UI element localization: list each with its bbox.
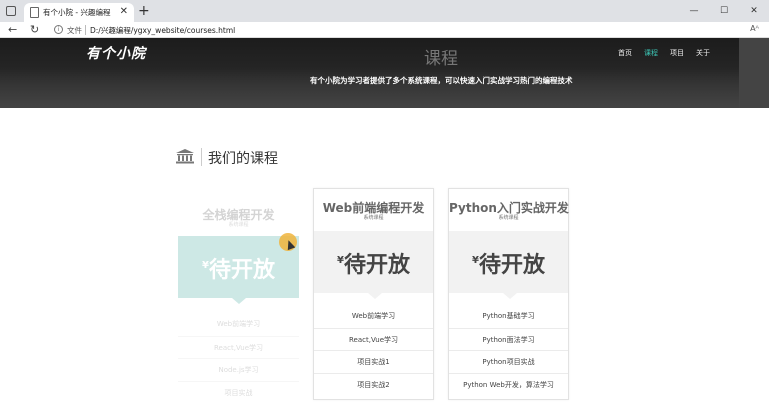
list-item: Python面法学习 (449, 327, 568, 351)
price-arrow (368, 293, 382, 299)
nav-item-projects[interactable]: 项目 (670, 48, 684, 58)
refresh-icon[interactable]: ↻ (30, 23, 39, 37)
page-title: 课程 (424, 49, 458, 69)
browser-tab-bar: 有个小院 - 兴趣编程 ✕ + — ☐ ✕ (0, 0, 769, 22)
main-nav: 首页 课程 项目 关于 (618, 48, 710, 58)
header-background-edge (739, 38, 769, 108)
read-aloud-icon[interactable]: Aᴬ (750, 24, 759, 33)
course-topic-list: Python基础学习 Python面法学习 Python项目实战 Python … (449, 305, 568, 395)
list-item: Python基础学习 (482, 312, 535, 320)
section-title: 我们的课程 (208, 151, 278, 167)
course-price-box: ¥待开放 (314, 231, 433, 299)
list-item: 项目实战2 (314, 372, 433, 396)
window-controls: — ☐ ✕ (679, 0, 769, 22)
url-field[interactable]: D:/兴趣编程/ygxy_website/courses.html (90, 25, 235, 36)
list-item: Node.js学习 (178, 358, 299, 381)
tab-close-icon[interactable]: ✕ (120, 6, 128, 18)
list-item: Python Web开发，算法学习 (449, 372, 568, 396)
site-header: 有个小院 课程 首页 课程 项目 关于 有个小院为学习者提供了多个系统课程，可以… (0, 38, 769, 108)
course-card-fullstack[interactable]: 全栈编程开发 系统课程 ¥待开放 Web前端学习 React,Vue学习 Nod… (178, 188, 299, 400)
price-arrow (503, 293, 517, 299)
minimize-icon[interactable]: — (679, 0, 709, 22)
header-background (0, 68, 769, 108)
tab-title: 有个小院 - 兴趣编程 (43, 8, 111, 17)
course-card-web-frontend[interactable]: Web前端编程开发 系统课程 ¥待开放 Web前端学习 React,Vue学习 … (313, 188, 434, 400)
list-item: React,Vue学习 (178, 335, 299, 359)
new-tab-button[interactable]: + (138, 2, 150, 20)
course-topic-list: Web前端学习 React,Vue学习 Node.js学习 项目实战 (178, 313, 299, 403)
course-subtitle: 系统课程 (363, 215, 384, 221)
nav-item-about[interactable]: 关于 (696, 48, 710, 58)
list-item: Web前端学习 (216, 320, 261, 328)
bank-icon (176, 149, 194, 164)
site-info-icon[interactable]: i (54, 25, 63, 34)
browser-tab[interactable]: 有个小院 - 兴趣编程 ✕ (24, 3, 134, 22)
list-item: 项目实战1 (314, 350, 433, 373)
page-favicon-icon (30, 7, 39, 18)
course-card-python[interactable]: Python入门实战开发 系统课程 ¥待开放 Python基础学习 Python… (448, 188, 569, 400)
course-topic-list: Web前端学习 React,Vue学习 项目实战1 项目实战2 (314, 305, 433, 395)
list-item: Web前端学习 (351, 312, 396, 320)
back-icon[interactable]: ← (8, 23, 17, 37)
price-arrow (232, 298, 246, 304)
list-item: Python项目实战 (449, 350, 568, 373)
nav-item-home[interactable]: 首页 (618, 48, 632, 58)
course-price-box: ¥待开放 (449, 231, 568, 299)
section-divider (201, 148, 202, 166)
list-item: React,Vue学习 (314, 327, 433, 351)
tab-actions-icon[interactable] (6, 6, 16, 16)
course-price: ¥待开放 (337, 253, 410, 278)
course-price: ¥待开放 (472, 253, 545, 278)
window-close-icon[interactable]: ✕ (739, 0, 769, 22)
address-actions: Aᴬ (750, 24, 759, 33)
file-scheme-label: 文件 (67, 26, 82, 35)
page-subtitle: 有个小院为学习者提供了多个系统课程，可以快速入门实战学习热门的编程技术 (310, 76, 573, 85)
address-divider (85, 25, 86, 35)
nav-item-courses[interactable]: 课程 (644, 48, 658, 58)
course-subtitle: 系统课程 (228, 222, 249, 228)
course-price: ¥待开放 (202, 258, 275, 283)
maximize-icon[interactable]: ☐ (709, 0, 739, 22)
address-bar: ← ↻ i 文件 D:/兴趣编程/ygxy_website/courses.ht… (0, 22, 769, 38)
course-subtitle: 系统课程 (498, 215, 519, 221)
site-logo[interactable]: 有个小院 (86, 43, 146, 63)
